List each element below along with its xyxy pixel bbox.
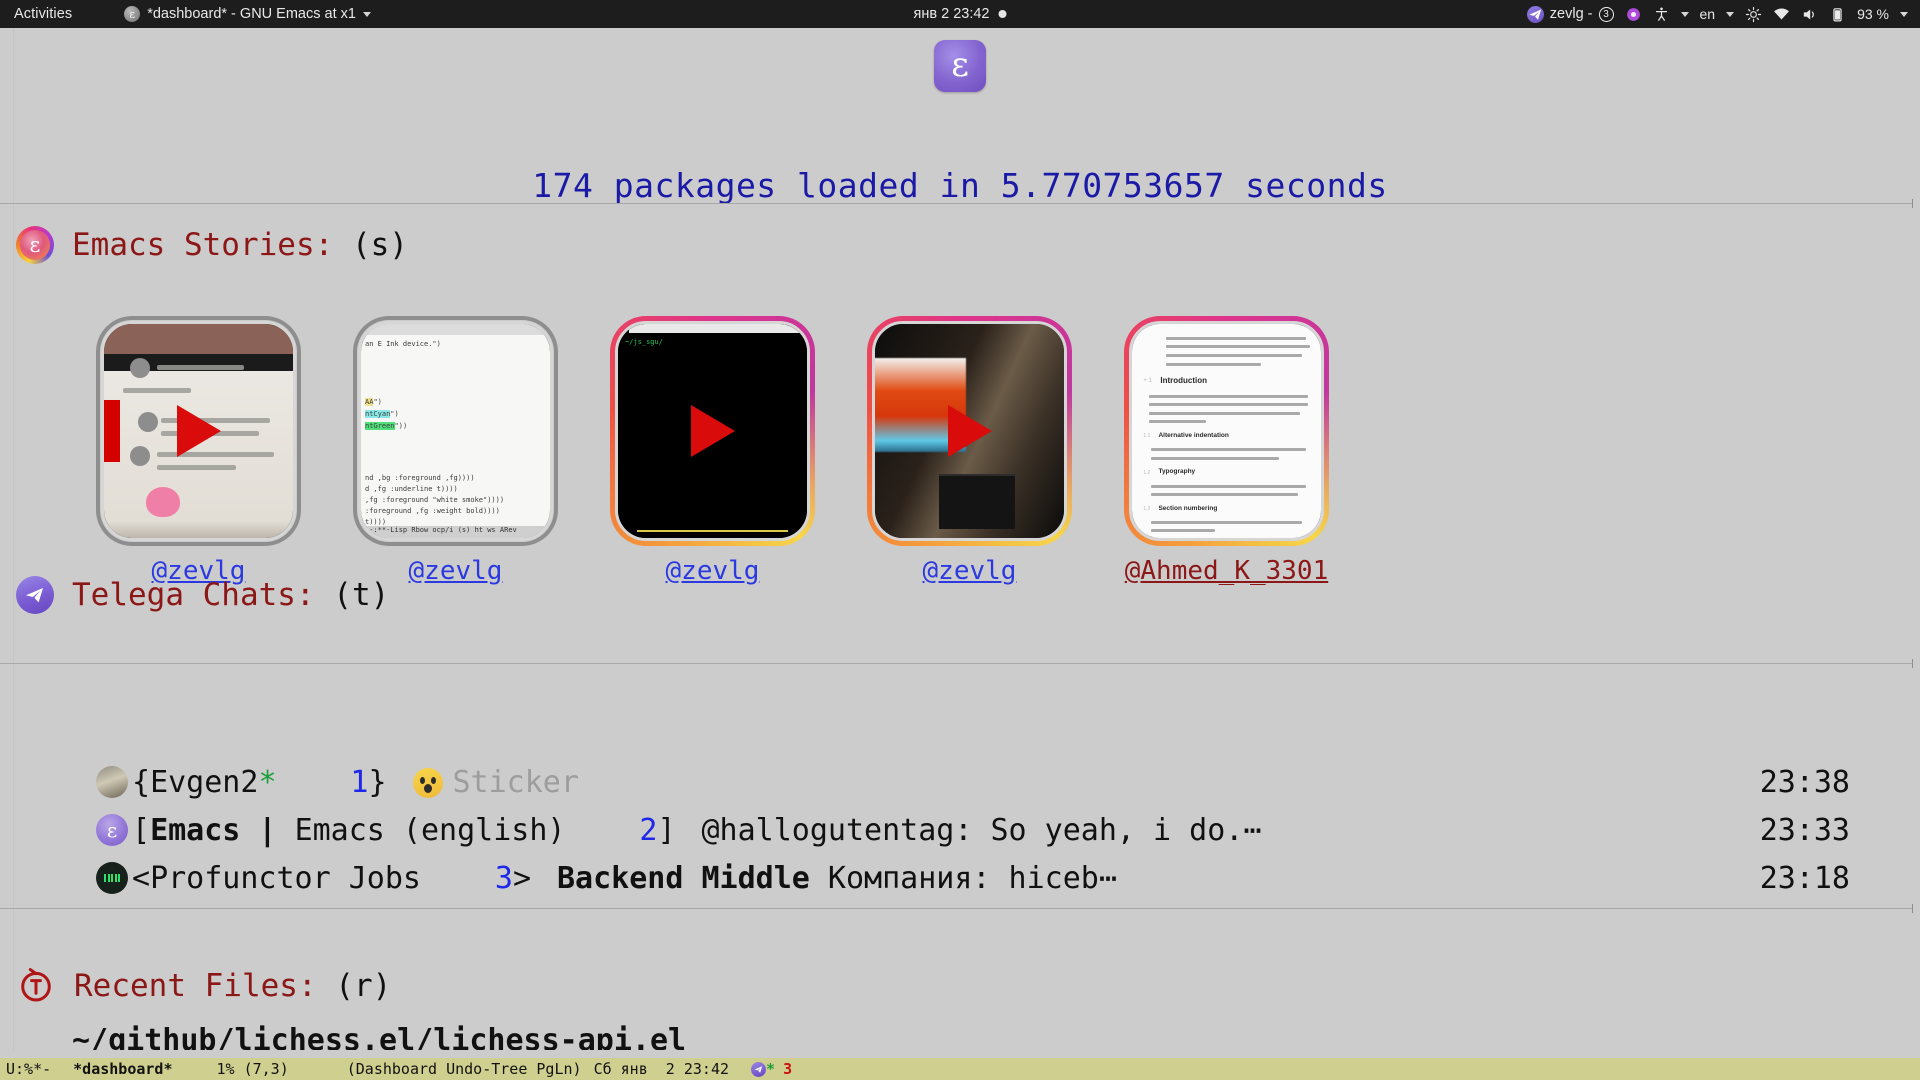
section-divider	[0, 904, 1920, 913]
brightness-icon	[1745, 6, 1762, 23]
story-item[interactable]: ~/js_sgu/ @zevlg	[610, 316, 815, 586]
section-divider	[0, 199, 1920, 208]
play-icon	[690, 405, 735, 457]
story-item[interactable]: + 1 Introduction 1.1 Alternative indenta…	[1124, 316, 1329, 586]
modeline-telegram-count: 3	[783, 1060, 793, 1078]
story-thumbnail[interactable]: an E Ink device.") AA") ntCyan") ntGreen…	[353, 316, 558, 546]
chat-message-preview: @hallogutentag: So yeah, i do.⋯	[701, 812, 1262, 848]
story-author[interactable]: @zevlg	[867, 556, 1072, 586]
story-thumbnail[interactable]	[96, 316, 301, 546]
chat-title: {Evgen2*	[132, 764, 277, 800]
accessibility-icon[interactable]	[1653, 6, 1670, 23]
modeline-modes: (Dashboard Undo-Tree PgLn)	[346, 1060, 582, 1078]
chat-index: 1}	[350, 764, 387, 800]
clock-button[interactable]: янв 2 23:42	[914, 6, 1007, 22]
telega-chats-title: Telega Chats: (t)	[72, 577, 390, 613]
story-item[interactable]: @zevlg	[96, 316, 301, 586]
extension-icon[interactable]	[1625, 6, 1642, 23]
emacs-stories-header[interactable]: ε Emacs Stories: (s)	[16, 226, 408, 264]
volume-icon	[1801, 6, 1818, 23]
clock-label: янв 2 23:42	[913, 6, 990, 22]
packages-loaded-text: 174 packages loaded in 5.770753657 secon…	[532, 166, 1388, 205]
telega-chats-header[interactable]: Telega Chats: (t)	[16, 576, 389, 614]
play-icon	[176, 405, 221, 457]
emacs-icon: ε	[124, 6, 141, 22]
modeline-status: U:%*-	[6, 1060, 52, 1078]
chevron-down-icon	[362, 11, 371, 17]
chevron-down-icon[interactable]	[1726, 11, 1735, 17]
modeline-buffer-name[interactable]: *dashboard*	[73, 1060, 172, 1078]
battery-icon	[1829, 6, 1846, 23]
section-divider	[0, 659, 1920, 668]
battery-percent-label: 93 %	[1857, 6, 1889, 22]
chat-avatar	[96, 862, 128, 894]
keyboard-layout-button[interactable]: en	[1700, 6, 1716, 22]
chat-index: 2]	[639, 812, 676, 848]
modeline-position: 1% (7,3)	[216, 1060, 289, 1078]
story-item[interactable]: @zevlg	[867, 316, 1072, 586]
telegram-icon[interactable]	[751, 1061, 767, 1077]
chat-row[interactable]: {Evgen2* 1} Sticker 23:38	[96, 758, 1896, 806]
emacs-stories-icon: ε	[16, 226, 54, 264]
chat-message-preview: Backend Middle Компания: hiceb⋯	[557, 860, 1117, 896]
astonished-face-icon	[412, 767, 443, 798]
notification-dot-icon	[998, 10, 1007, 18]
recent-files-icon	[16, 966, 56, 1006]
telega-chat-list: {Evgen2* 1} Sticker 23:38 ε [Emacs | Ema…	[96, 758, 1896, 902]
system-tray: zevlg - 3 en 93 %	[1526, 5, 1908, 23]
chevron-down-icon[interactable]	[1900, 11, 1908, 17]
recent-file-item[interactable]: ~/github/lichess.el/lichess-api.el	[72, 1023, 686, 1050]
story-thumbnail[interactable]: ~/js_sgu/	[610, 316, 815, 546]
emacs-logo: ε	[934, 40, 986, 92]
telegram-icon	[1526, 5, 1544, 23]
chat-time: 23:18	[1759, 860, 1850, 896]
chat-time: 23:38	[1759, 764, 1850, 800]
telegram-icon	[16, 576, 54, 614]
chevron-down-icon[interactable]	[1680, 11, 1689, 17]
play-icon	[947, 405, 992, 457]
story-author[interactable]: @Ahmed_K_3301	[1124, 556, 1329, 586]
recent-files-title: Recent Files: (r)	[74, 968, 392, 1004]
emacs-frame: ε 174 packages loaded in 5.770753657 sec…	[0, 28, 1920, 1080]
mode-line: U:%*- *dashboard* 1% (7,3) (Dashboard Un…	[0, 1058, 1920, 1080]
chat-avatar: ε	[96, 814, 128, 846]
activities-button[interactable]: Activities	[14, 6, 72, 22]
modeline-telegram-star: *	[766, 1060, 776, 1078]
chat-time: 23:33	[1759, 812, 1850, 848]
story-thumbnail[interactable]: + 1 Introduction 1.1 Alternative indenta…	[1124, 316, 1329, 546]
wifi-icon	[1773, 6, 1790, 23]
gnome-top-bar: Activities ε *dashboard* - GNU Emacs at …	[0, 0, 1920, 28]
chat-message-preview: Sticker	[387, 765, 1757, 800]
window-title: *dashboard* - GNU Emacs at x1	[147, 6, 356, 22]
chat-index: 3>	[494, 860, 531, 896]
recent-files-header[interactable]: Recent Files: (r)	[16, 966, 391, 1006]
telegram-account-label: zevlg -	[1549, 6, 1593, 22]
telegram-unread-badge: 3	[1598, 6, 1614, 22]
telegram-tray-item[interactable]: zevlg - 3	[1526, 5, 1614, 23]
chat-avatar	[96, 766, 128, 798]
chat-title: [Emacs | Emacs (english)	[132, 812, 566, 848]
story-item[interactable]: an E Ink device.") AA") ntCyan") ntGreen…	[353, 316, 558, 586]
story-thumbnail[interactable]	[867, 316, 1072, 546]
emacs-stories-title: Emacs Stories: (s)	[72, 227, 408, 263]
stories-row: @zevlg an E Ink device.") AA") ntCyan") …	[96, 316, 1329, 586]
modeline-date: Сб янв 2 23:42	[593, 1060, 730, 1078]
dashboard-buffer: ε 174 packages loaded in 5.770753657 sec…	[0, 28, 1920, 1050]
story-author[interactable]: @zevlg	[610, 556, 815, 586]
window-menu-button[interactable]: ε *dashboard* - GNU Emacs at x1	[124, 6, 371, 22]
story-image: an E Ink device.") AA") ntCyan") ntGreen…	[361, 324, 550, 538]
chat-row[interactable]: <Profunctor Jobs 3> Backend Middle Компа…	[96, 854, 1896, 902]
chat-title: <Profunctor Jobs	[132, 860, 421, 896]
chat-row[interactable]: ε [Emacs | Emacs (english) 2] @hallogute…	[96, 806, 1896, 854]
story-image: + 1 Introduction 1.1 Alternative indenta…	[1132, 324, 1321, 538]
